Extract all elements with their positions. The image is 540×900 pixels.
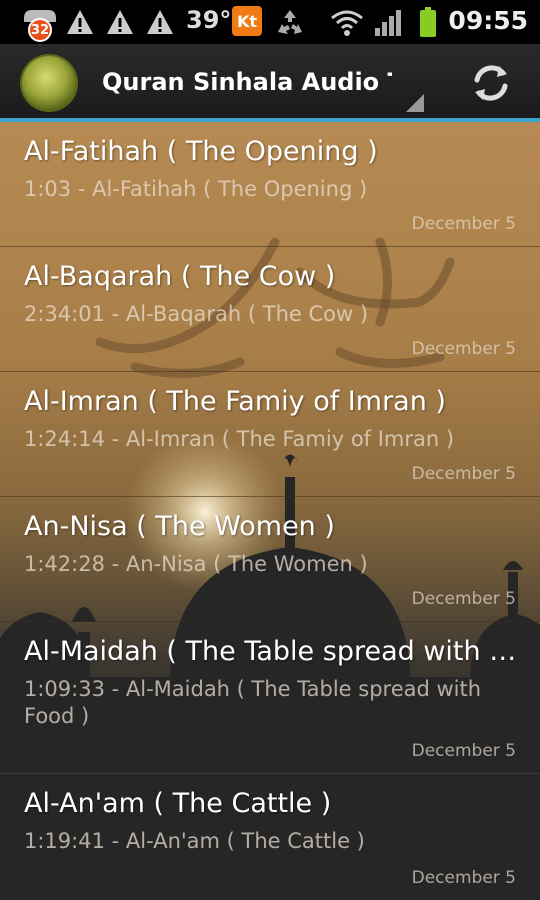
track-date: December 5 (411, 464, 516, 484)
track-subtitle: 1:24:14 - Al-Imran ( The Famiy of Imran … (24, 427, 455, 451)
warning-icon (67, 10, 93, 34)
track-title: Al-An'am ( The Cattle ) (24, 788, 332, 819)
clock-text: 09:55 (448, 6, 528, 35)
track-title: Al-Maidah ( The Table spread with Food ) (24, 636, 518, 667)
quran-logo-icon[interactable] (22, 56, 76, 110)
list-item[interactable]: Al-Maidah ( The Table spread with Food )… (0, 622, 540, 774)
carrier-app-icon: Kt (232, 6, 262, 36)
track-title: Al-Imran ( The Famiy of Imran ) (24, 386, 446, 417)
warning-icon (147, 10, 173, 34)
spinner-indicator-icon[interactable] (406, 94, 424, 112)
refresh-icon[interactable] (468, 60, 514, 106)
track-title: Al-Baqarah ( The Cow ) (24, 261, 336, 292)
wifi-icon (331, 10, 363, 36)
list-item[interactable]: Al-Fatihah ( The Opening ) 1:03 - Al-Fat… (0, 122, 540, 247)
track-subtitle: 1:03 - Al-Fatihah ( The Opening ) (24, 177, 368, 201)
track-subtitle: 1:09:33 - Al-Maidah ( The Table spread w… (24, 677, 482, 728)
list-item[interactable]: An-Nisa ( The Women ) 1:42:28 - An-Nisa … (0, 497, 540, 622)
track-date: December 5 (411, 589, 516, 609)
list-item[interactable]: Al-Baqarah ( The Cow ) 2:34:01 - Al-Baqa… (0, 247, 540, 372)
track-date: December 5 (411, 868, 516, 888)
signal-icon (375, 10, 401, 36)
list-item[interactable]: Al-Imran ( The Famiy of Imran ) 1:24:14 … (0, 372, 540, 497)
notification-count-badge: 32 (28, 18, 52, 42)
track-subtitle: 1:42:28 - An-Nisa ( The Women ) (24, 552, 368, 576)
track-title: Al-Fatihah ( The Opening ) (24, 136, 378, 167)
list-item[interactable]: Al-An'am ( The Cattle ) 1:19:41 - Al-An'… (0, 774, 540, 900)
track-subtitle: 1:19:41 - Al-An'am ( The Cattle ) (24, 829, 365, 853)
temperature-text: 39° (186, 6, 232, 34)
battery-icon (420, 7, 436, 37)
app-title[interactable]: Quran Sinhala Audio Tracks (102, 68, 392, 96)
status-bar: 32 39° Kt 09:55 (0, 0, 540, 44)
track-date: December 5 (411, 214, 516, 234)
track-title: An-Nisa ( The Women ) (24, 511, 335, 542)
track-list: Al-Fatihah ( The Opening ) 1:03 - Al-Fat… (0, 122, 540, 900)
track-date: December 5 (411, 741, 516, 761)
track-subtitle: 2:34:01 - Al-Baqarah ( The Cow ) (24, 302, 369, 326)
action-bar: Quran Sinhala Audio Tracks (0, 44, 540, 122)
track-date: December 5 (411, 339, 516, 359)
recycle-icon (278, 10, 302, 34)
warning-icon (107, 10, 133, 34)
